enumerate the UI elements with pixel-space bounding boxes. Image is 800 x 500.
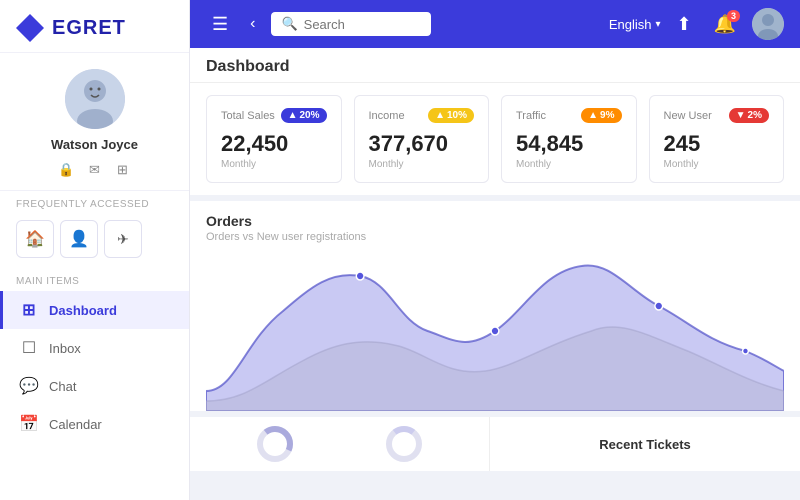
- fav-home[interactable]: 🏠: [16, 220, 54, 258]
- stat-label-traffic: Traffic: [516, 110, 546, 122]
- topbar: ☰ ‹ 🔍 English ▾ ⬆ 🔔 3: [190, 0, 800, 48]
- search-input[interactable]: [304, 17, 414, 32]
- chart-section: Orders Orders vs New user registrations: [190, 195, 800, 411]
- page-title: Dashboard: [190, 48, 800, 83]
- bottom-left: [190, 417, 490, 471]
- arrow-up-icon: ▲: [288, 110, 298, 121]
- sidebar-item-dashboard[interactable]: ⊞ Dashboard: [0, 291, 189, 329]
- stat-label-new-user: New User: [664, 110, 712, 122]
- language-selector[interactable]: English ▾: [609, 17, 661, 32]
- stats-row: Total Sales ▲ 20% 22,450 Monthly Income …: [190, 83, 800, 195]
- stat-card-traffic: Traffic ▲ 9% 54,845 Monthly: [501, 95, 637, 183]
- user-action-icons: 🔒 ✉ ⊞: [57, 160, 133, 180]
- bottom-row: Recent Tickets: [190, 411, 800, 471]
- stat-value-traffic: 54,845: [516, 131, 622, 157]
- inbox-icon: ☐: [19, 338, 39, 358]
- sidebar-item-calendar-label: Calendar: [49, 417, 102, 432]
- user-name: Watson Joyce: [51, 137, 138, 152]
- stat-label-income: Income: [369, 110, 405, 122]
- sidebar: EGRET Watson Joyce 🔒 ✉ ⊞ Frequently Acce…: [0, 0, 190, 500]
- stat-value-total-sales: 22,450: [221, 131, 327, 157]
- email-icon[interactable]: ✉: [85, 160, 105, 180]
- notification-badge: 3: [727, 10, 740, 22]
- dashboard-icon: ⊞: [19, 300, 39, 320]
- chart-subtitle: Orders vs New user registrations: [206, 231, 784, 243]
- avatar: [65, 69, 125, 129]
- stat-badge-traffic: ▲ 9%: [581, 108, 621, 123]
- logo-icon: [16, 14, 44, 42]
- frequently-accessed: 🏠 👤 ✈: [0, 214, 189, 268]
- sidebar-item-inbox-label: Inbox: [49, 341, 81, 356]
- stat-value-new-user: 245: [664, 131, 770, 157]
- stat-period-total-sales: Monthly: [221, 159, 327, 170]
- menu-button[interactable]: ☰: [206, 10, 234, 39]
- stat-period-traffic: Monthly: [516, 159, 622, 170]
- arrow-up-icon-income: ▲: [435, 110, 445, 121]
- chart-title: Orders: [206, 213, 784, 229]
- stat-period-new-user: Monthly: [664, 159, 770, 170]
- stat-card-new-user: New User ▼ 2% 245 Monthly: [649, 95, 785, 183]
- fav-travel[interactable]: ✈: [104, 220, 142, 258]
- stat-badge-total-sales: ▲ 20%: [281, 108, 327, 123]
- topbar-user-avatar[interactable]: [752, 8, 784, 40]
- logo-text: EGRET: [52, 17, 126, 40]
- logo: EGRET: [0, 0, 189, 53]
- user-profile: Watson Joyce 🔒 ✉ ⊞: [0, 53, 189, 191]
- arrow-down-icon-new-user: ▼: [736, 110, 746, 121]
- arrow-up-icon-traffic: ▲: [588, 110, 598, 121]
- sidebar-item-chat[interactable]: 💬 Chat: [0, 367, 189, 405]
- stat-badge-income: ▲ 10%: [428, 108, 474, 123]
- main-items-label: Main Items: [0, 268, 189, 291]
- lock-icon[interactable]: 🔒: [57, 160, 77, 180]
- donut-chart-2: [383, 423, 425, 465]
- switch-icon[interactable]: ⊞: [113, 160, 133, 180]
- search-box: 🔍: [271, 12, 431, 36]
- back-button[interactable]: ‹: [244, 11, 261, 37]
- chevron-down-icon: ▾: [655, 19, 660, 30]
- sidebar-item-inbox[interactable]: ☐ Inbox: [0, 329, 189, 367]
- search-icon: 🔍: [281, 16, 297, 32]
- content-area: Dashboard Total Sales ▲ 20% 22,450 Month…: [190, 48, 800, 500]
- donut-chart-1: [254, 423, 296, 465]
- stat-value-income: 377,670: [369, 131, 475, 157]
- frequently-accessed-label: Frequently Accessed: [0, 191, 189, 214]
- calendar-icon: 📅: [19, 414, 39, 434]
- stat-badge-new-user: ▼ 2%: [729, 108, 769, 123]
- stat-period-income: Monthly: [369, 159, 475, 170]
- stat-label-total-sales: Total Sales: [221, 110, 275, 122]
- fav-user[interactable]: 👤: [60, 220, 98, 258]
- stat-card-total-sales: Total Sales ▲ 20% 22,450 Monthly: [206, 95, 342, 183]
- main-content: ☰ ‹ 🔍 English ▾ ⬆ 🔔 3 Dashboard: [190, 0, 800, 500]
- language-label: English: [609, 17, 652, 32]
- sidebar-item-dashboard-label: Dashboard: [49, 303, 117, 318]
- sidebar-item-chat-label: Chat: [49, 379, 76, 394]
- upload-button[interactable]: ⬆: [670, 10, 697, 39]
- recent-tickets-label: Recent Tickets: [490, 417, 800, 471]
- chat-icon: 💬: [19, 376, 39, 396]
- stat-card-income: Income ▲ 10% 377,670 Monthly: [354, 95, 490, 183]
- chart-container: [206, 251, 784, 411]
- sidebar-item-calendar[interactable]: 📅 Calendar: [0, 405, 189, 443]
- notification-button[interactable]: 🔔 3: [708, 10, 742, 39]
